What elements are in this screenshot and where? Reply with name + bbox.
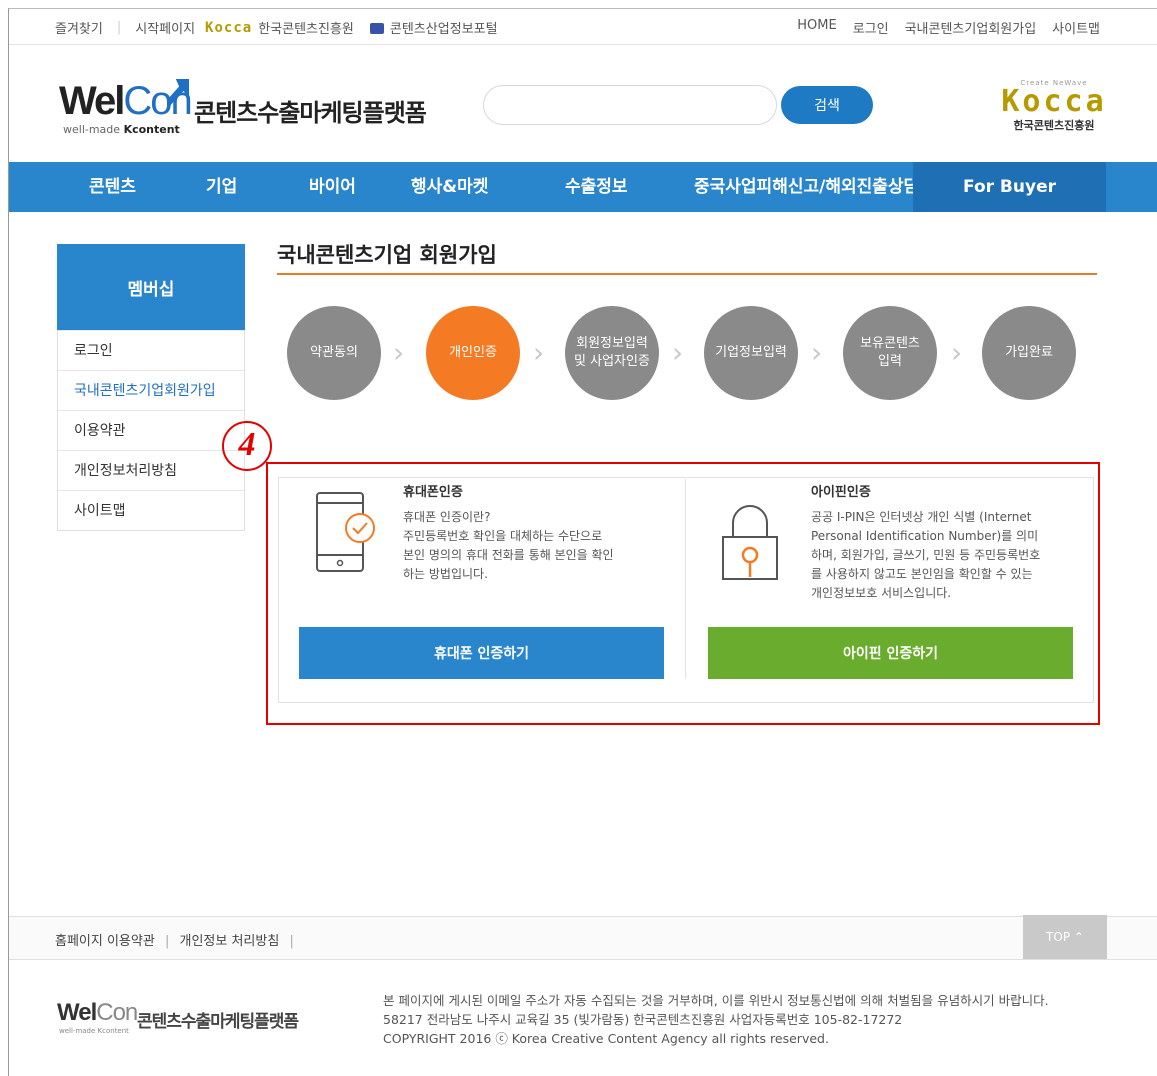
bookmark-link[interactable]: 즐겨찾기 — [55, 18, 103, 37]
panel-divider — [685, 479, 686, 679]
phone-auth-title: 휴대폰인증 — [403, 485, 463, 500]
chevron-right-icon: › — [393, 336, 405, 369]
ipin-auth-description: 공공 I-PIN은 인터넷상 개인 식별 (Internet Personal … — [811, 510, 1041, 600]
ipin-auth-button[interactable]: 아이핀 인증하기 — [708, 627, 1073, 679]
footer-copyright: COPYRIGHT 2016 ⓒ Korea Creative Content … — [383, 1031, 829, 1046]
sidebar-item-sitemap[interactable]: 사이트맵 — [58, 490, 244, 530]
footer-address: 58217 전라남도 나주시 교육길 35 (빛가람동) 한국콘텐츠진흥원 사업… — [383, 1012, 903, 1027]
nav-item-company[interactable]: 기업 — [206, 162, 237, 212]
nav-item-export-info[interactable]: 수출정보 — [565, 162, 628, 212]
logo-wel: Wel — [59, 79, 125, 123]
site-title: 콘텐츠수출마케팅플랫폼 — [194, 99, 427, 127]
search-input[interactable] — [483, 85, 777, 125]
step-complete: 가입완료 — [982, 306, 1076, 400]
nav-item-events[interactable]: 행사&마켓 — [411, 162, 488, 212]
site-logo[interactable]: WelCon well-made Kcontent 콘텐츠수출마케팅플랫폼 — [59, 79, 459, 139]
sidebar-item-join[interactable]: 국내콘텐츠기업회원가입 — [58, 370, 244, 410]
mobile-phone-icon — [316, 492, 375, 572]
portal-link[interactable]: 콘텐츠산업정보포털 — [390, 18, 498, 37]
kocca-wordmark: Kocca — [1001, 84, 1107, 119]
utility-bar: 즐겨찾기 | 시작페이지 Kocca 한국콘텐츠진흥원 콘텐츠산업정보포털 HO… — [9, 9, 1157, 45]
sitemap-link[interactable]: 사이트맵 — [1052, 18, 1100, 37]
nav-item-buyer[interactable]: 바이어 — [309, 162, 356, 212]
nav-for-buyer[interactable]: For Buyer — [913, 162, 1106, 212]
scroll-top-button[interactable]: TOP ⌃ — [1023, 915, 1107, 959]
search-button[interactable]: 검색 — [781, 86, 873, 124]
phone-auth-text: 휴대폰인증 휴대폰 인증이란? 주민등록번호 확인을 대체하는 수단으로 본인 … — [403, 481, 663, 584]
title-underline — [277, 273, 1097, 275]
chevron-right-icon: › — [811, 336, 823, 369]
ipin-auth-text: 아이핀인증 공공 I-PIN은 인터넷상 개인 식별 (Internet Per… — [811, 481, 1071, 603]
startpage-link[interactable]: 시작페이지 — [135, 18, 195, 37]
join-link[interactable]: 국내콘텐츠기업회원가입 — [905, 18, 1037, 37]
sidebar-item-privacy[interactable]: 개인정보처리방침 — [58, 450, 244, 490]
page-frame: 즐겨찾기 | 시작페이지 Kocca 한국콘텐츠진흥원 콘텐츠산업정보포털 HO… — [8, 8, 1157, 1076]
footer-logo-con: Con — [96, 999, 138, 1026]
footer-site-title: 콘텐츠수출마케팅플랫폼 — [137, 1012, 299, 1032]
kocca-logo[interactable]: Create NeWave Kocca 한국콘텐츠진흥원 — [999, 79, 1109, 135]
phone-auth-button[interactable]: 휴대폰 인증하기 — [299, 627, 664, 679]
kocca-mini-logo[interactable]: Kocca — [205, 20, 252, 36]
ipin-auth-title: 아이핀인증 — [811, 485, 871, 500]
home-link[interactable]: HOME — [797, 18, 836, 37]
sidebar-item-login[interactable]: 로그인 — [58, 330, 244, 370]
page-title: 국내콘텐츠기업 회원가입 — [277, 243, 497, 267]
sidebar-menu: 로그인 국내콘텐츠기업회원가입 이용약관 개인정보처리방침 사이트맵 — [57, 330, 245, 531]
kocca-korean-name: 한국콘텐츠진흥원 — [1013, 119, 1095, 132]
logo-tag-prefix: well-made — [63, 123, 124, 136]
sidebar-item-terms[interactable]: 이용약관 — [58, 410, 244, 450]
main-nav: 콘텐츠 기업 바이어 행사&마켓 수출정보 중국사업피해신고/해외진출상담 Fo… — [9, 162, 1157, 212]
chevron-right-icon: › — [672, 336, 684, 369]
phone-auth-description: 휴대폰 인증이란? 주민등록번호 확인을 대체하는 수단으로 본인 명의의 휴대… — [403, 510, 614, 581]
nav-item-china-report[interactable]: 중국사업피해신고/해외진출상담 — [694, 162, 919, 212]
step-member-info: 회원정보입력 및 사업자인증 — [565, 306, 659, 400]
agency-link[interactable]: 한국콘텐츠진흥원 — [258, 18, 354, 37]
nav-item-contents[interactable]: 콘텐츠 — [89, 162, 136, 212]
step-contents: 보유콘텐츠 입력 — [843, 306, 937, 400]
footer-bar: 홈페이지 이용약관 | 개인정보 처리방침 | — [9, 916, 1157, 960]
portal-icon — [369, 23, 384, 34]
logo-tag-brand: Kcontent — [123, 123, 180, 136]
footer-logo-tag: well-made Kcontent — [59, 1027, 129, 1035]
step-auth: 개인인증 — [426, 306, 520, 400]
step-company-info: 기업정보입력 — [704, 306, 798, 400]
footer-privacy-link[interactable]: 개인정보 처리방침 — [179, 934, 279, 949]
footer-logo: WelCon well-made Kcontent 콘텐츠수출마케팅플랫폼 — [57, 999, 337, 1039]
lock-icon — [722, 505, 778, 580]
login-link[interactable]: 로그인 — [853, 18, 889, 37]
chevron-right-icon: › — [951, 336, 963, 369]
signup-steps: 약관동의 › 개인인증 › 회원정보입력 및 사업자인증 › 기업정보입력 › … — [287, 306, 1087, 402]
step-terms: 약관동의 — [287, 306, 381, 400]
annotation-marker: 4 — [222, 421, 272, 471]
footer-terms-link[interactable]: 홈페이지 이용약관 — [55, 934, 155, 949]
chevron-right-icon: › — [533, 336, 545, 369]
footer-notice: 본 페이지에 게시된 이메일 주소가 자동 수집되는 것을 거부하며, 이를 위… — [383, 993, 1049, 1008]
footer-info: 본 페이지에 게시된 이메일 주소가 자동 수집되는 것을 거부하며, 이를 위… — [383, 991, 1063, 1048]
footer-logo-wel: Wel — [57, 999, 97, 1026]
sidebar-heading: 멤버십 — [57, 244, 245, 330]
